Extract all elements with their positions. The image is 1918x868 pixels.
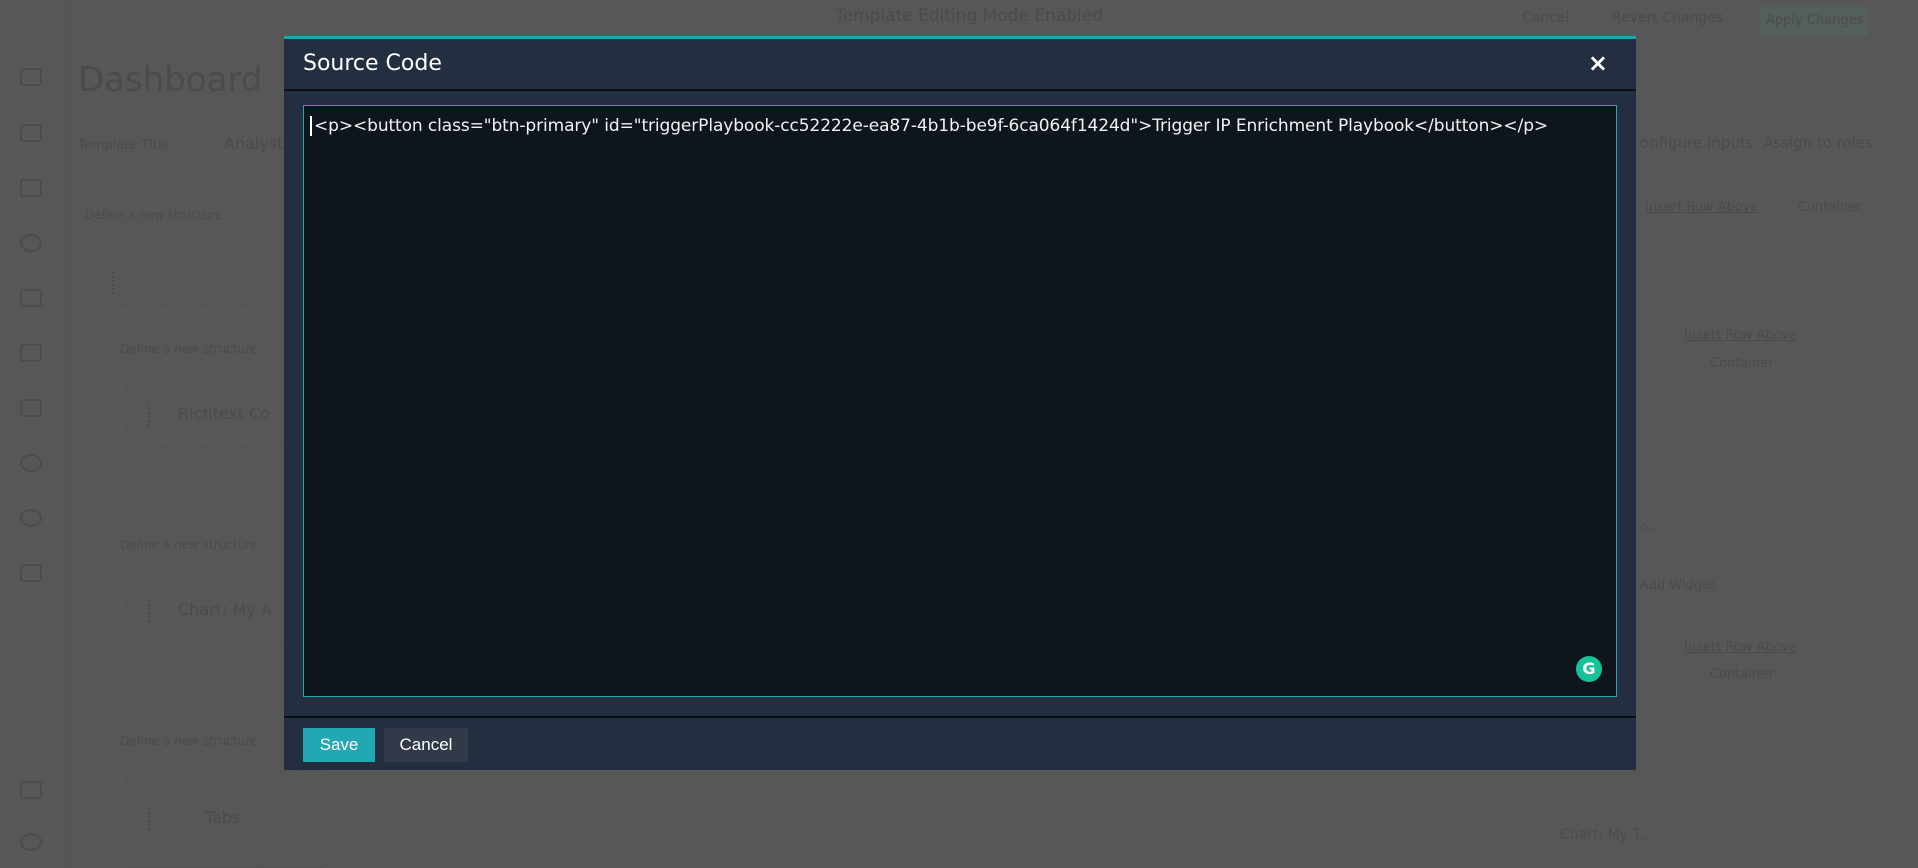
- drag-handle-icon[interactable]: [112, 272, 118, 294]
- lifebuoy-icon[interactable]: [20, 509, 42, 527]
- widgets-icon[interactable]: [20, 399, 42, 417]
- editing-mode-banner: Template Editing Mode Enabled: [835, 6, 1104, 26]
- container-checkbox-label[interactable]: Container: [1710, 356, 1774, 371]
- shuffle-icon[interactable]: [20, 179, 42, 197]
- define-structure-label: Define a new structure: [120, 734, 258, 748]
- page-title: Dashboard: [78, 60, 263, 100]
- define-structure-label: Define a new structure: [120, 538, 258, 552]
- source-code-textarea[interactable]: <p><button class="btn-primary" id="trigg…: [303, 105, 1617, 697]
- revert-changes-button[interactable]: Revert Changes: [1612, 10, 1723, 26]
- insert-row-above-link[interactable]: Insert Row Above: [1684, 328, 1797, 343]
- modal-footer: Save Cancel: [284, 716, 1636, 773]
- chart-icon[interactable]: [20, 344, 42, 362]
- people-icon[interactable]: [20, 564, 42, 582]
- define-structure-label: Define a new structure: [85, 208, 223, 222]
- widget-title: Chart: My T...: [1560, 827, 1653, 843]
- hex-icon[interactable]: [20, 454, 42, 472]
- structure-box: [92, 245, 292, 305]
- configure-inputs-button[interactable]: onfigure Inputs: [1640, 134, 1754, 152]
- cancel-button[interactable]: Cancel: [384, 728, 468, 762]
- source-code-text[interactable]: <p><button class="btn-primary" id="trigg…: [310, 116, 1548, 136]
- drag-handle-icon[interactable]: [148, 600, 154, 622]
- dashboard-icon[interactable]: [20, 68, 42, 86]
- source-code-modal: Source Code × <p><button class="btn-prim…: [284, 36, 1636, 770]
- container-checkbox-label[interactable]: Container: [1710, 667, 1774, 682]
- grammarly-icon[interactable]: G: [1576, 656, 1602, 682]
- save-button[interactable]: Save: [303, 728, 375, 762]
- assign-roles-button[interactable]: Assign to roles: [1763, 134, 1873, 152]
- insert-row-above-link[interactable]: Insert Row Above: [1645, 200, 1758, 215]
- template-title-input[interactable]: Analyst: [224, 134, 283, 153]
- widget-title: o...: [1640, 520, 1661, 535]
- container-checkbox-label[interactable]: Container: [1798, 200, 1862, 215]
- top-cancel-button[interactable]: Cancel: [1522, 10, 1569, 26]
- modal-title: Source Code: [303, 51, 442, 76]
- apply-changes-button[interactable]: Apply Changes: [1760, 6, 1868, 36]
- lightning-icon[interactable]: [20, 234, 42, 252]
- sidebar: [0, 0, 70, 868]
- add-widget-button[interactable]: Add Widget: [1640, 578, 1715, 593]
- trash-icon[interactable]: [20, 781, 42, 799]
- widget-title: Richtext Co: [178, 404, 271, 423]
- widget-title: Chart: My A: [178, 600, 272, 619]
- define-structure-label: Define a new structure: [120, 342, 258, 356]
- modal-header: Source Code ×: [284, 39, 1636, 91]
- drag-handle-icon[interactable]: [148, 808, 154, 830]
- users-icon[interactable]: [20, 124, 42, 142]
- template-title-label: Template Title: [78, 138, 170, 153]
- widget-title: Tabs: [205, 808, 241, 827]
- insert-row-above-link[interactable]: Insert Row Above: [1684, 640, 1797, 655]
- at-icon[interactable]: [20, 833, 42, 851]
- close-icon[interactable]: ×: [1588, 49, 1608, 77]
- drag-handle-icon[interactable]: [148, 404, 154, 426]
- briefcase-icon[interactable]: [20, 289, 42, 307]
